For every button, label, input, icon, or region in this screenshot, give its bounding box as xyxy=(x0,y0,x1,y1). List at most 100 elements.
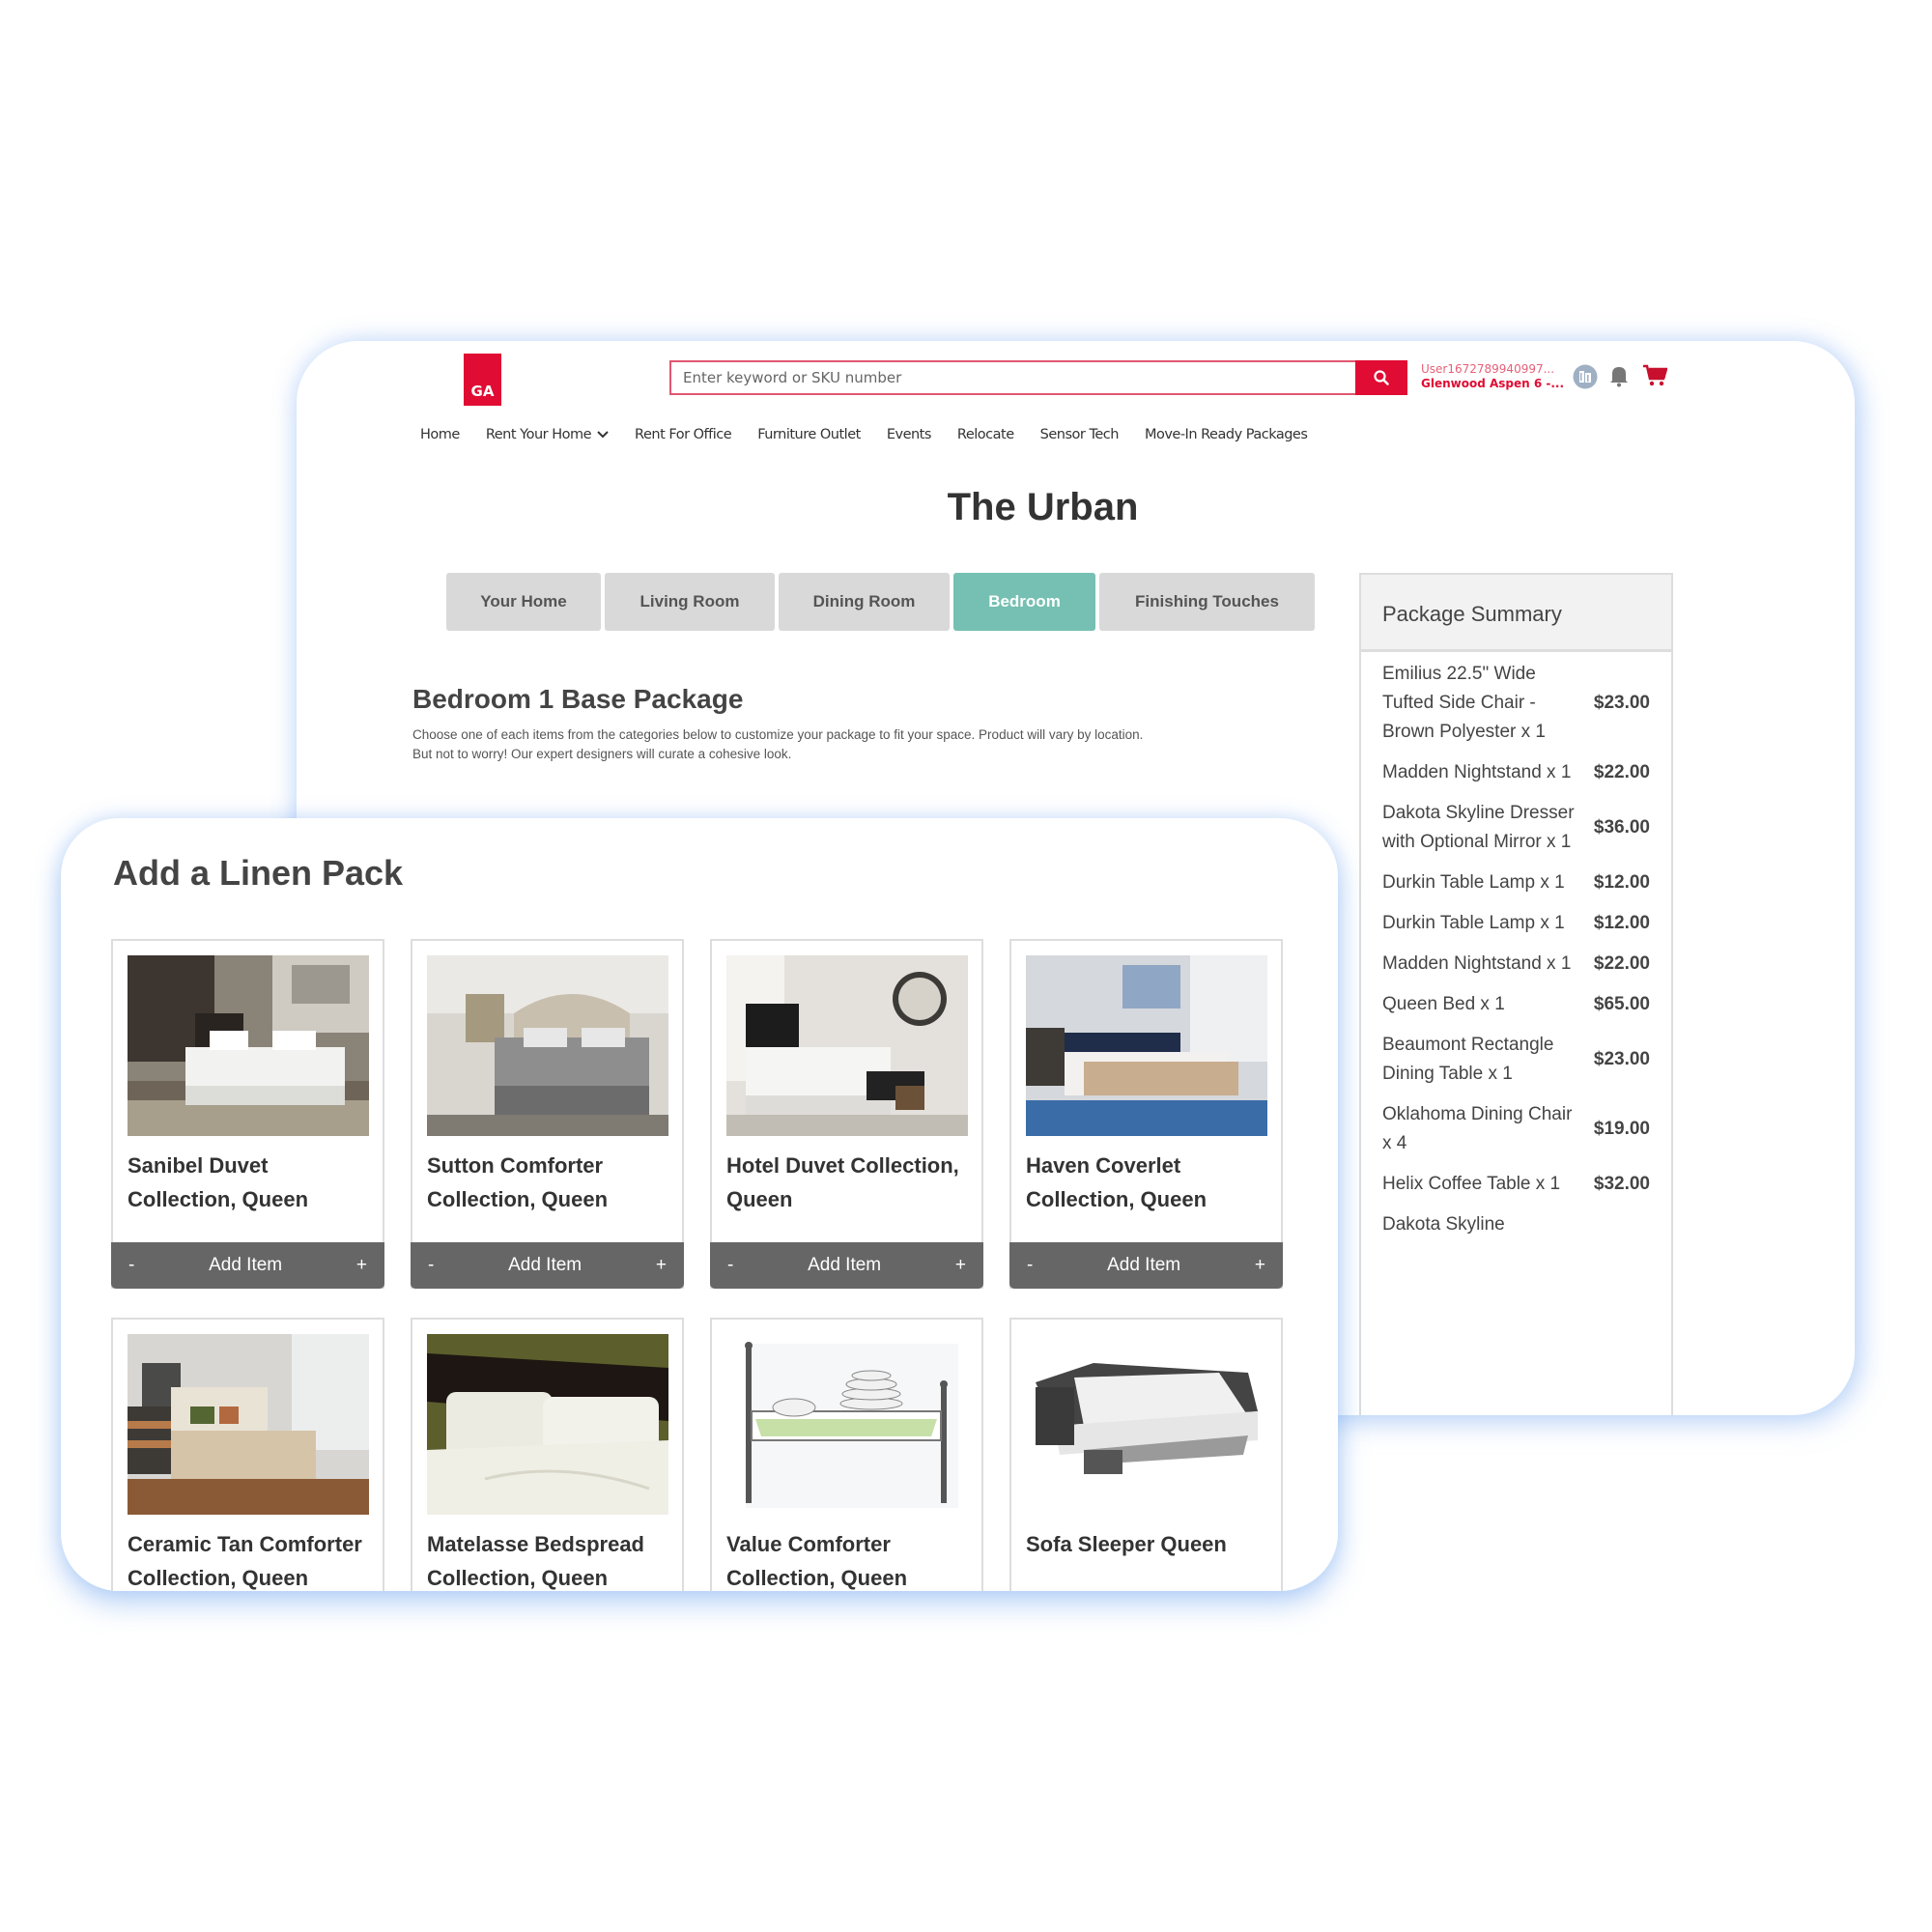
product-image xyxy=(726,955,968,1136)
summary-item-price: $12.00 xyxy=(1593,872,1650,893)
summary-item-price: $19.00 xyxy=(1593,1119,1650,1139)
tab-bedroom[interactable]: Bedroom xyxy=(953,573,1095,631)
bell-icon[interactable] xyxy=(1608,364,1630,387)
summary-item-price: $32.00 xyxy=(1593,1174,1650,1194)
search-icon xyxy=(1374,370,1389,385)
add-item-button[interactable]: Add Item xyxy=(434,1255,656,1276)
summary-item: Emilius 22.5" Wide Tufted Side Chair - B… xyxy=(1382,652,1650,751)
building-avatar-icon[interactable] xyxy=(1573,364,1598,389)
product-name: Haven Coverlet Collection, Queen xyxy=(1026,1153,1208,1211)
tab-living-room[interactable]: Living Room xyxy=(605,573,775,631)
add-item-bar: - Add Item + xyxy=(111,1242,384,1289)
nav-sensor-tech[interactable]: Sensor Tech xyxy=(1040,427,1120,442)
product-card[interactable]: Matelasse Bedspread Collection, Queen xyxy=(411,1318,684,1591)
nav-rent-your-home[interactable]: Rent Your Home xyxy=(486,427,609,442)
product-card[interactable]: Sanibel Duvet Collection, Queen - Add It… xyxy=(111,939,384,1289)
product-image xyxy=(128,955,369,1136)
summary-item: Queen Bed x 1 $65.00 xyxy=(1382,982,1650,1023)
product-card[interactable]: Sutton Comforter Collection, Queen - Add… xyxy=(411,939,684,1289)
product-name: Matelasse Bedspread Collection, Queen xyxy=(427,1532,644,1590)
increment-button[interactable]: + xyxy=(356,1255,367,1276)
summary-item-name: Madden Nightstand x 1 xyxy=(1382,762,1572,782)
user-location: Glenwood Aspen 6 -... xyxy=(1421,377,1565,390)
add-item-button[interactable]: Add Item xyxy=(134,1255,356,1276)
search-bar xyxy=(669,360,1407,395)
add-item-bar: - Add Item + xyxy=(710,1242,983,1289)
add-item-bar: - Add Item + xyxy=(1009,1242,1283,1289)
user-id: User1672789940997... xyxy=(1421,362,1555,376)
summary-item-name: Madden Nightstand x 1 xyxy=(1382,953,1572,974)
linen-pack-panel: Add a Linen Pack Sanibel Duvet Collectio… xyxy=(61,818,1338,1591)
summary-item: Durkin Table Lamp x 1 $12.00 xyxy=(1382,861,1650,901)
product-image xyxy=(427,1334,668,1515)
search-input[interactable] xyxy=(669,360,1355,395)
summary-item: Oklahoma Dining Chair x 4 $19.00 xyxy=(1382,1093,1650,1162)
summary-item-name: Beaumont Rectangle Dining Table x 1 xyxy=(1382,1035,1554,1084)
summary-item-name: Dakota Skyline xyxy=(1382,1214,1505,1235)
product-card[interactable]: Ceramic Tan Comforter Collection, Queen … xyxy=(111,1318,384,1591)
product-name: Sutton Comforter Collection, Queen xyxy=(427,1153,609,1211)
nav-furniture-outlet[interactable]: Furniture Outlet xyxy=(757,427,861,442)
summary-item: Madden Nightstand x 1 $22.00 xyxy=(1382,751,1650,791)
ga-logo[interactable]: GA xyxy=(464,354,501,406)
tab-your-home[interactable]: Your Home xyxy=(446,573,601,631)
product-name: Ceramic Tan Comforter Collection, Queen xyxy=(128,1532,362,1590)
product-card[interactable]: Hotel Duvet Collection, Queen - Add Item… xyxy=(710,939,983,1289)
nav-move-in-ready[interactable]: Move-In Ready Packages xyxy=(1145,427,1308,442)
summary-item: Beaumont Rectangle Dining Table x 1 $23.0… xyxy=(1382,1023,1650,1093)
product-name: Sofa Sleeper Queen xyxy=(1026,1532,1227,1556)
increment-button[interactable]: + xyxy=(1255,1255,1265,1276)
summary-item: Madden Nightstand x 1 $22.00 xyxy=(1382,942,1650,982)
product-card[interactable]: Value Comforter Collection, Queen xyxy=(710,1318,983,1591)
cart-icon[interactable] xyxy=(1642,364,1667,387)
increment-button[interactable]: + xyxy=(955,1255,966,1276)
room-tabs: Your Home Living Room Dining Room Bedroo… xyxy=(446,573,1315,631)
main-nav: Home Rent Your Home Rent For Office Furn… xyxy=(420,427,1308,442)
summary-item: Helix Coffee Table x 1 $32.00 xyxy=(1382,1162,1650,1203)
add-item-button[interactable]: Add Item xyxy=(733,1255,955,1276)
summary-item-name: Dakota Skyline Dresser with Optional Mir… xyxy=(1382,803,1575,852)
search-button[interactable] xyxy=(1355,360,1407,395)
product-name: Sanibel Duvet Collection, Queen xyxy=(128,1153,309,1211)
product-image xyxy=(726,1334,968,1515)
product-name: Value Comforter Collection, Queen xyxy=(726,1532,908,1590)
summary-item: Dakota Skyline xyxy=(1382,1203,1650,1243)
nav-relocate[interactable]: Relocate xyxy=(957,427,1014,442)
product-image xyxy=(1026,955,1267,1136)
add-item-bar: - Add Item + xyxy=(411,1242,684,1289)
summary-item-price: $22.00 xyxy=(1593,762,1650,782)
nav-rent-for-office[interactable]: Rent For Office xyxy=(635,427,732,442)
summary-item-price: $23.00 xyxy=(1593,1049,1650,1069)
product-card[interactable]: Sofa Sleeper Queen xyxy=(1009,1318,1283,1591)
summary-item-price: $22.00 xyxy=(1593,953,1650,974)
summary-item-name: Durkin Table Lamp x 1 xyxy=(1382,872,1565,893)
product-card[interactable]: Haven Coverlet Collection, Queen - Add I… xyxy=(1009,939,1283,1289)
summary-item-name: Emilius 22.5" Wide Tufted Side Chair - B… xyxy=(1382,664,1546,742)
nav-events[interactable]: Events xyxy=(887,427,932,442)
page-title: The Urban xyxy=(947,486,1139,528)
product-image xyxy=(427,955,668,1136)
summary-item: Dakota Skyline Dresser with Optional Mir… xyxy=(1382,791,1650,861)
nav-rent-your-home-label: Rent Your Home xyxy=(485,427,592,442)
section-title: Bedroom 1 Base Package xyxy=(412,684,744,714)
tab-dining-room[interactable]: Dining Room xyxy=(779,573,950,631)
summary-item-price: $65.00 xyxy=(1593,994,1650,1014)
summary-item-price: $23.00 xyxy=(1593,693,1650,713)
summary-list: Emilius 22.5" Wide Tufted Side Chair - B… xyxy=(1361,652,1671,1243)
increment-button[interactable]: + xyxy=(656,1255,667,1276)
summary-item: Durkin Table Lamp x 1 $12.00 xyxy=(1382,901,1650,942)
summary-item-price: $12.00 xyxy=(1593,913,1650,933)
product-name: Hotel Duvet Collection, Queen xyxy=(726,1153,959,1211)
user-account[interactable]: User1672789940997... Glenwood Aspen 6 -.… xyxy=(1421,362,1566,391)
package-summary-title: Package Summary xyxy=(1361,575,1671,652)
section-description: Choose one of each items from the catego… xyxy=(412,727,1144,761)
summary-item-price: $36.00 xyxy=(1593,817,1650,838)
summary-item-name: Queen Bed x 1 xyxy=(1382,994,1505,1014)
summary-item-name: Helix Coffee Table x 1 xyxy=(1382,1174,1561,1194)
summary-item-name: Oklahoma Dining Chair x 4 xyxy=(1382,1104,1573,1153)
add-item-button[interactable]: Add Item xyxy=(1033,1255,1255,1276)
nav-home[interactable]: Home xyxy=(420,427,460,442)
tab-finishing-touches[interactable]: Finishing Touches xyxy=(1099,573,1315,631)
chevron-down-icon xyxy=(597,431,609,439)
package-summary: Package Summary Emilius 22.5" Wide Tufte… xyxy=(1359,573,1673,1415)
